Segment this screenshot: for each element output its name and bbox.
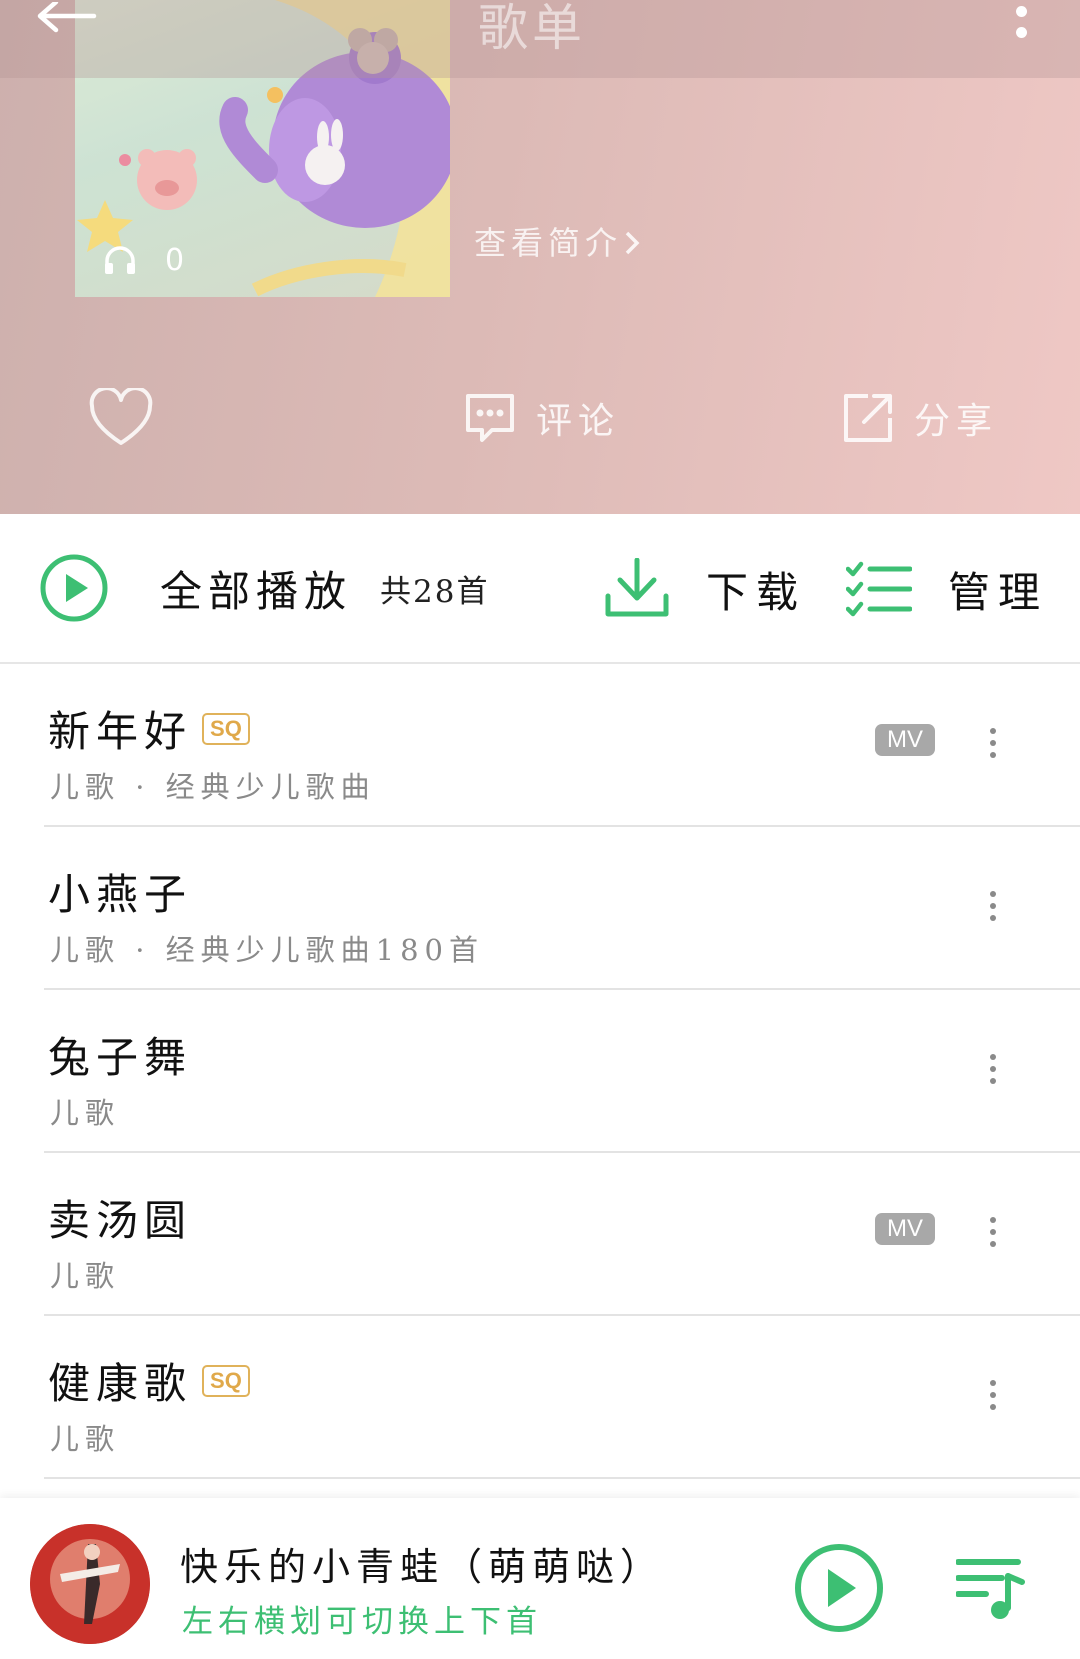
play-count: 0 <box>103 240 184 280</box>
playlist-header: 0 歌单 查看简介 评论 分享 <box>0 0 1080 514</box>
play-all-label: 全部播放 <box>160 566 353 616</box>
list-item[interactable]: 兔子舞 儿歌 <box>0 990 1080 1153</box>
download-button[interactable]: 下载 <box>604 554 806 624</box>
song-title: 新年好 <box>48 707 193 756</box>
more-vertical-icon <box>990 1217 996 1223</box>
song-more-button[interactable] <box>970 1360 1016 1430</box>
view-intro-link[interactable]: 查看简介 <box>474 218 642 264</box>
play-all-bar: 全部播放 共28首 下载 管理 <box>0 514 1080 664</box>
list-item[interactable]: 小燕子 儿歌 · 经典少儿歌曲180首 <box>0 827 1080 990</box>
share-label: 分享 <box>914 401 999 442</box>
song-subtitle: 儿歌 <box>50 1096 121 1130</box>
song-more-button[interactable] <box>970 1197 1016 1267</box>
play-circle-icon <box>40 554 108 622</box>
play-circle-icon <box>795 1544 883 1632</box>
sq-badge: SQ <box>202 1364 250 1397</box>
song-subtitle: 儿歌 · 经典少儿歌曲180首 <box>50 933 485 967</box>
play-all-button[interactable]: 全部播放 共28首 <box>38 552 489 624</box>
song-subtitle: 儿歌 · 经典少儿歌曲 <box>50 770 376 804</box>
song-list: 新年好 SQ 儿歌 · 经典少儿歌曲 MV 小燕子 儿歌 · 经典少儿歌曲180… <box>0 664 1080 1479</box>
like-button[interactable] <box>88 378 154 458</box>
more-vertical-icon <box>990 1380 996 1386</box>
more-options-button[interactable] <box>990 0 1050 60</box>
manage-label: 管理 <box>948 567 1049 617</box>
player-play-button[interactable] <box>792 1541 886 1635</box>
comment-label: 评论 <box>536 401 621 442</box>
manage-button[interactable]: 管理 <box>846 554 1048 624</box>
comment-button[interactable]: 评论 <box>462 378 620 458</box>
more-vertical-icon <box>990 1054 996 1060</box>
song-title: 小燕子 <box>48 870 193 919</box>
mv-badge[interactable]: MV <box>875 1213 935 1245</box>
song-more-button[interactable] <box>970 1034 1016 1104</box>
song-count: 共28首 <box>380 573 490 610</box>
song-subtitle: 儿歌 <box>50 1259 121 1293</box>
more-vertical-icon <box>1016 6 1027 17</box>
action-row: 评论 分享 <box>0 378 1080 458</box>
divider <box>44 1477 1080 1479</box>
mv-badge[interactable]: MV <box>875 724 935 756</box>
headphones-icon <box>105 246 135 274</box>
list-item[interactable]: 新年好 SQ 儿歌 · 经典少儿歌曲 MV <box>0 664 1080 827</box>
chevron-right-icon <box>625 231 640 255</box>
now-playing-title: 快乐的小青蛙（萌萌哒） <box>180 1545 665 1589</box>
now-playing-artwork[interactable] <box>30 1524 150 1644</box>
more-vertical-icon <box>990 891 996 897</box>
playlist-queue-button[interactable] <box>955 1556 1028 1620</box>
view-intro-label: 查看简介 <box>474 224 623 262</box>
swipe-hint: 左右横划可切换上下首 <box>182 1604 542 1640</box>
playlist-queue-icon <box>955 1559 1025 1619</box>
mini-player: 快乐的小青蛙（萌萌哒） 左右横划可切换上下首 <box>0 1498 1080 1659</box>
song-subtitle: 儿歌 <box>50 1422 121 1456</box>
heart-icon <box>89 388 153 445</box>
play-count-value: 0 <box>165 242 185 278</box>
back-button[interactable] <box>22 0 112 70</box>
download-icon <box>605 558 669 617</box>
download-label: 下载 <box>706 567 807 617</box>
comment-icon <box>466 394 514 442</box>
share-button[interactable]: 分享 <box>840 378 998 458</box>
sq-badge: SQ <box>202 712 250 745</box>
share-icon <box>844 394 892 442</box>
list-item[interactable]: 健康歌 SQ 儿歌 <box>0 1316 1080 1479</box>
back-arrow-icon <box>37 2 97 33</box>
manage-list-icon <box>846 561 912 617</box>
list-item[interactable]: 卖汤圆 儿歌 MV <box>0 1153 1080 1316</box>
artwork-illustration <box>30 1524 150 1644</box>
song-title: 卖汤圆 <box>48 1196 193 1245</box>
song-more-button[interactable] <box>970 708 1016 778</box>
page-title: 歌单 <box>478 0 586 57</box>
song-title: 兔子舞 <box>48 1033 193 1082</box>
song-more-button[interactable] <box>970 871 1016 941</box>
song-title: 健康歌 <box>48 1359 193 1408</box>
more-vertical-icon <box>990 728 996 734</box>
